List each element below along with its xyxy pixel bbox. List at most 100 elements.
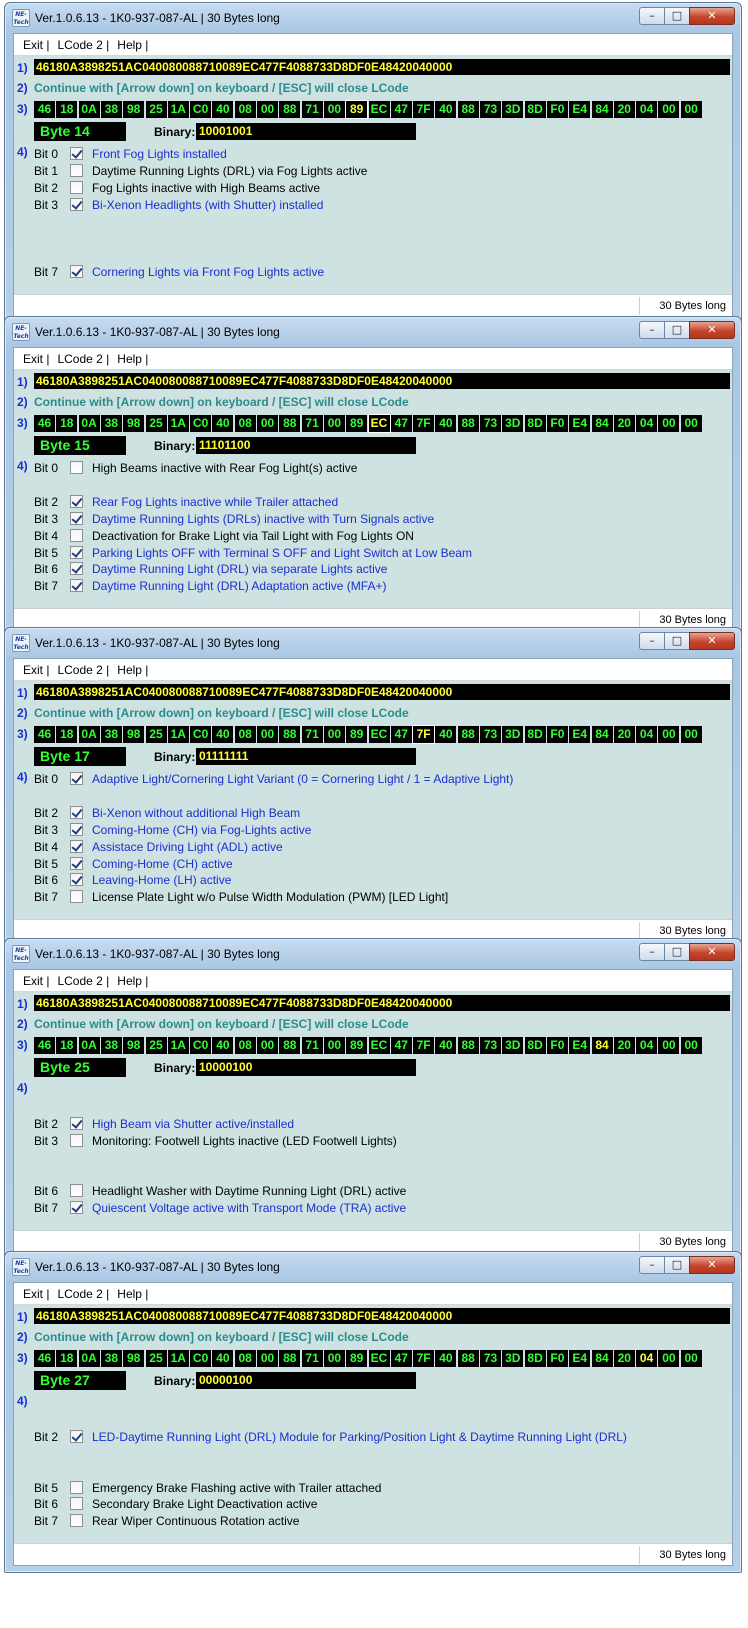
byte-cell-selected[interactable]: 04 xyxy=(636,1350,658,1367)
byte-cell[interactable]: EC xyxy=(368,1350,390,1367)
byte-cell[interactable]: 40 xyxy=(435,415,457,432)
menu-help[interactable]: Help | xyxy=(113,1283,152,1301)
byte-cell[interactable]: 38 xyxy=(100,726,122,743)
byte-cell[interactable]: 46 xyxy=(34,101,55,118)
byte-cell[interactable]: 08 xyxy=(234,1037,256,1054)
byte-cell[interactable]: 84 xyxy=(591,1350,613,1367)
byte-cell[interactable]: 3D xyxy=(502,1037,524,1054)
byte-cell[interactable]: C0 xyxy=(190,101,212,118)
byte-cell[interactable]: 47 xyxy=(390,101,412,118)
byte-cell[interactable]: 00 xyxy=(323,1037,345,1054)
byte-cell[interactable]: C0 xyxy=(190,1037,212,1054)
bit-checkbox[interactable] xyxy=(70,494,83,508)
byte-cell[interactable]: 89 xyxy=(346,1037,368,1054)
byte-cell[interactable]: 73 xyxy=(480,101,501,118)
byte-cell[interactable]: 00 xyxy=(658,1037,680,1054)
byte-cell[interactable]: 47 xyxy=(390,1350,412,1367)
coding-string[interactable]: 46180A3898251AC040080088710089EC477F4088… xyxy=(34,684,730,700)
byte-cell[interactable]: 1A xyxy=(167,1350,189,1367)
byte-cell[interactable]: 8D xyxy=(524,726,546,743)
byte-cell[interactable]: 20 xyxy=(613,101,635,118)
byte-cell[interactable]: 88 xyxy=(457,1037,479,1054)
byte-cell[interactable]: 71 xyxy=(301,101,323,118)
byte-cell[interactable]: 00 xyxy=(257,726,278,743)
minimize-icon[interactable]: – xyxy=(639,1256,665,1274)
byte-cell[interactable]: 88 xyxy=(457,726,479,743)
minimize-icon[interactable]: – xyxy=(639,321,665,339)
bit-checkbox[interactable] xyxy=(70,163,83,177)
byte-cell[interactable]: 98 xyxy=(123,415,145,432)
byte-cell[interactable]: F0 xyxy=(546,726,568,743)
byte-cell[interactable]: 46 xyxy=(34,1037,55,1054)
byte-cell[interactable]: 0A xyxy=(78,1350,100,1367)
byte-cell[interactable]: 0A xyxy=(78,1037,100,1054)
bit-checkbox[interactable] xyxy=(70,528,83,542)
byte-cell[interactable]: 3D xyxy=(502,101,524,118)
byte-cell[interactable]: 38 xyxy=(100,415,122,432)
byte-cell[interactable]: F0 xyxy=(546,1350,568,1367)
byte-cell[interactable]: 00 xyxy=(257,101,278,118)
byte-cell[interactable]: 1A xyxy=(167,415,189,432)
title-bar[interactable]: NE-Tech Ver.1.0.6.13 - 1K0-937-087-AL | 3… xyxy=(5,939,741,969)
bit-checkbox[interactable] xyxy=(70,265,83,279)
byte-cell[interactable]: 40 xyxy=(212,1037,234,1054)
byte-cell[interactable]: 1A xyxy=(167,101,189,118)
byte-cell[interactable]: 88 xyxy=(279,726,301,743)
byte-cell[interactable]: 7F xyxy=(413,1350,435,1367)
byte-cell[interactable]: 40 xyxy=(212,101,234,118)
byte-cell[interactable]: 40 xyxy=(212,1350,234,1367)
byte-cell[interactable]: 40 xyxy=(435,1350,457,1367)
byte-cell[interactable]: 08 xyxy=(234,101,256,118)
bit-checkbox[interactable] xyxy=(70,545,83,559)
bit-checkbox[interactable] xyxy=(70,461,83,474)
byte-cell[interactable]: 00 xyxy=(658,726,680,743)
byte-cell[interactable]: 8D xyxy=(524,1037,546,1054)
byte-cell[interactable]: 71 xyxy=(301,1037,323,1054)
byte-cell[interactable]: 00 xyxy=(658,1350,680,1367)
byte-cell[interactable]: 00 xyxy=(680,1037,702,1054)
byte-cell[interactable]: 88 xyxy=(279,101,301,118)
title-bar[interactable]: NE-Tech Ver.1.0.6.13 - 1K0-937-087-AL | 3… xyxy=(5,1252,741,1282)
byte-cell[interactable]: E4 xyxy=(569,1350,591,1367)
coding-string[interactable]: 46180A3898251AC040080088710089EC477F4088… xyxy=(34,373,730,389)
byte-cell[interactable]: 71 xyxy=(301,415,323,432)
byte-cell[interactable]: 04 xyxy=(636,415,658,432)
byte-cell[interactable]: 8D xyxy=(524,101,546,118)
bit-checkbox[interactable] xyxy=(70,579,83,593)
byte-cell[interactable]: 73 xyxy=(480,415,501,432)
bit-checkbox[interactable] xyxy=(70,805,83,819)
byte-cell[interactable]: 1A xyxy=(167,1037,189,1054)
byte-cell[interactable]: 04 xyxy=(636,101,658,118)
byte-cell[interactable]: 04 xyxy=(636,726,658,743)
menu-exit[interactable]: Exit | xyxy=(19,34,53,52)
byte-cell[interactable]: 88 xyxy=(457,101,479,118)
byte-cell-selected[interactable]: 84 xyxy=(591,1037,613,1054)
bit-checkbox[interactable] xyxy=(70,180,83,194)
close-icon[interactable]: ✕ xyxy=(689,632,735,650)
byte-cell[interactable]: 73 xyxy=(480,1037,501,1054)
byte-cell[interactable]: 00 xyxy=(323,1350,345,1367)
byte-cell-selected[interactable]: 89 xyxy=(345,100,369,119)
byte-cell[interactable]: E4 xyxy=(569,1037,591,1054)
byte-cell[interactable]: 3D xyxy=(502,415,524,432)
bit-checkbox[interactable] xyxy=(70,1201,83,1215)
bit-checkbox[interactable] xyxy=(70,1116,83,1130)
byte-cell[interactable]: F0 xyxy=(546,101,568,118)
byte-cell[interactable]: 89 xyxy=(346,1350,368,1367)
byte-cell[interactable]: 25 xyxy=(145,726,167,743)
bit-checkbox[interactable] xyxy=(70,772,83,785)
byte-cell[interactable]: EC xyxy=(368,101,390,118)
byte-cell[interactable]: 73 xyxy=(480,1350,501,1367)
byte-cell[interactable]: 8D xyxy=(524,1350,546,1367)
byte-cell[interactable]: 88 xyxy=(457,415,479,432)
title-bar[interactable]: NE-Tech Ver.1.0.6.13 - 1K0-937-087-AL | 3… xyxy=(5,317,741,347)
title-bar[interactable]: NE-Tech Ver.1.0.6.13 - 1K0-937-087-AL | 3… xyxy=(5,3,741,33)
byte-cell[interactable]: 3D xyxy=(502,1350,524,1367)
byte-cell[interactable]: 08 xyxy=(234,415,256,432)
maximize-icon[interactable]: □ xyxy=(664,321,690,339)
byte-cell[interactable]: 20 xyxy=(613,1350,635,1367)
close-icon[interactable]: ✕ xyxy=(689,7,735,25)
byte-cell[interactable]: 08 xyxy=(234,726,256,743)
byte-cell[interactable]: 84 xyxy=(591,101,613,118)
byte-cell[interactable]: 7F xyxy=(413,1037,435,1054)
